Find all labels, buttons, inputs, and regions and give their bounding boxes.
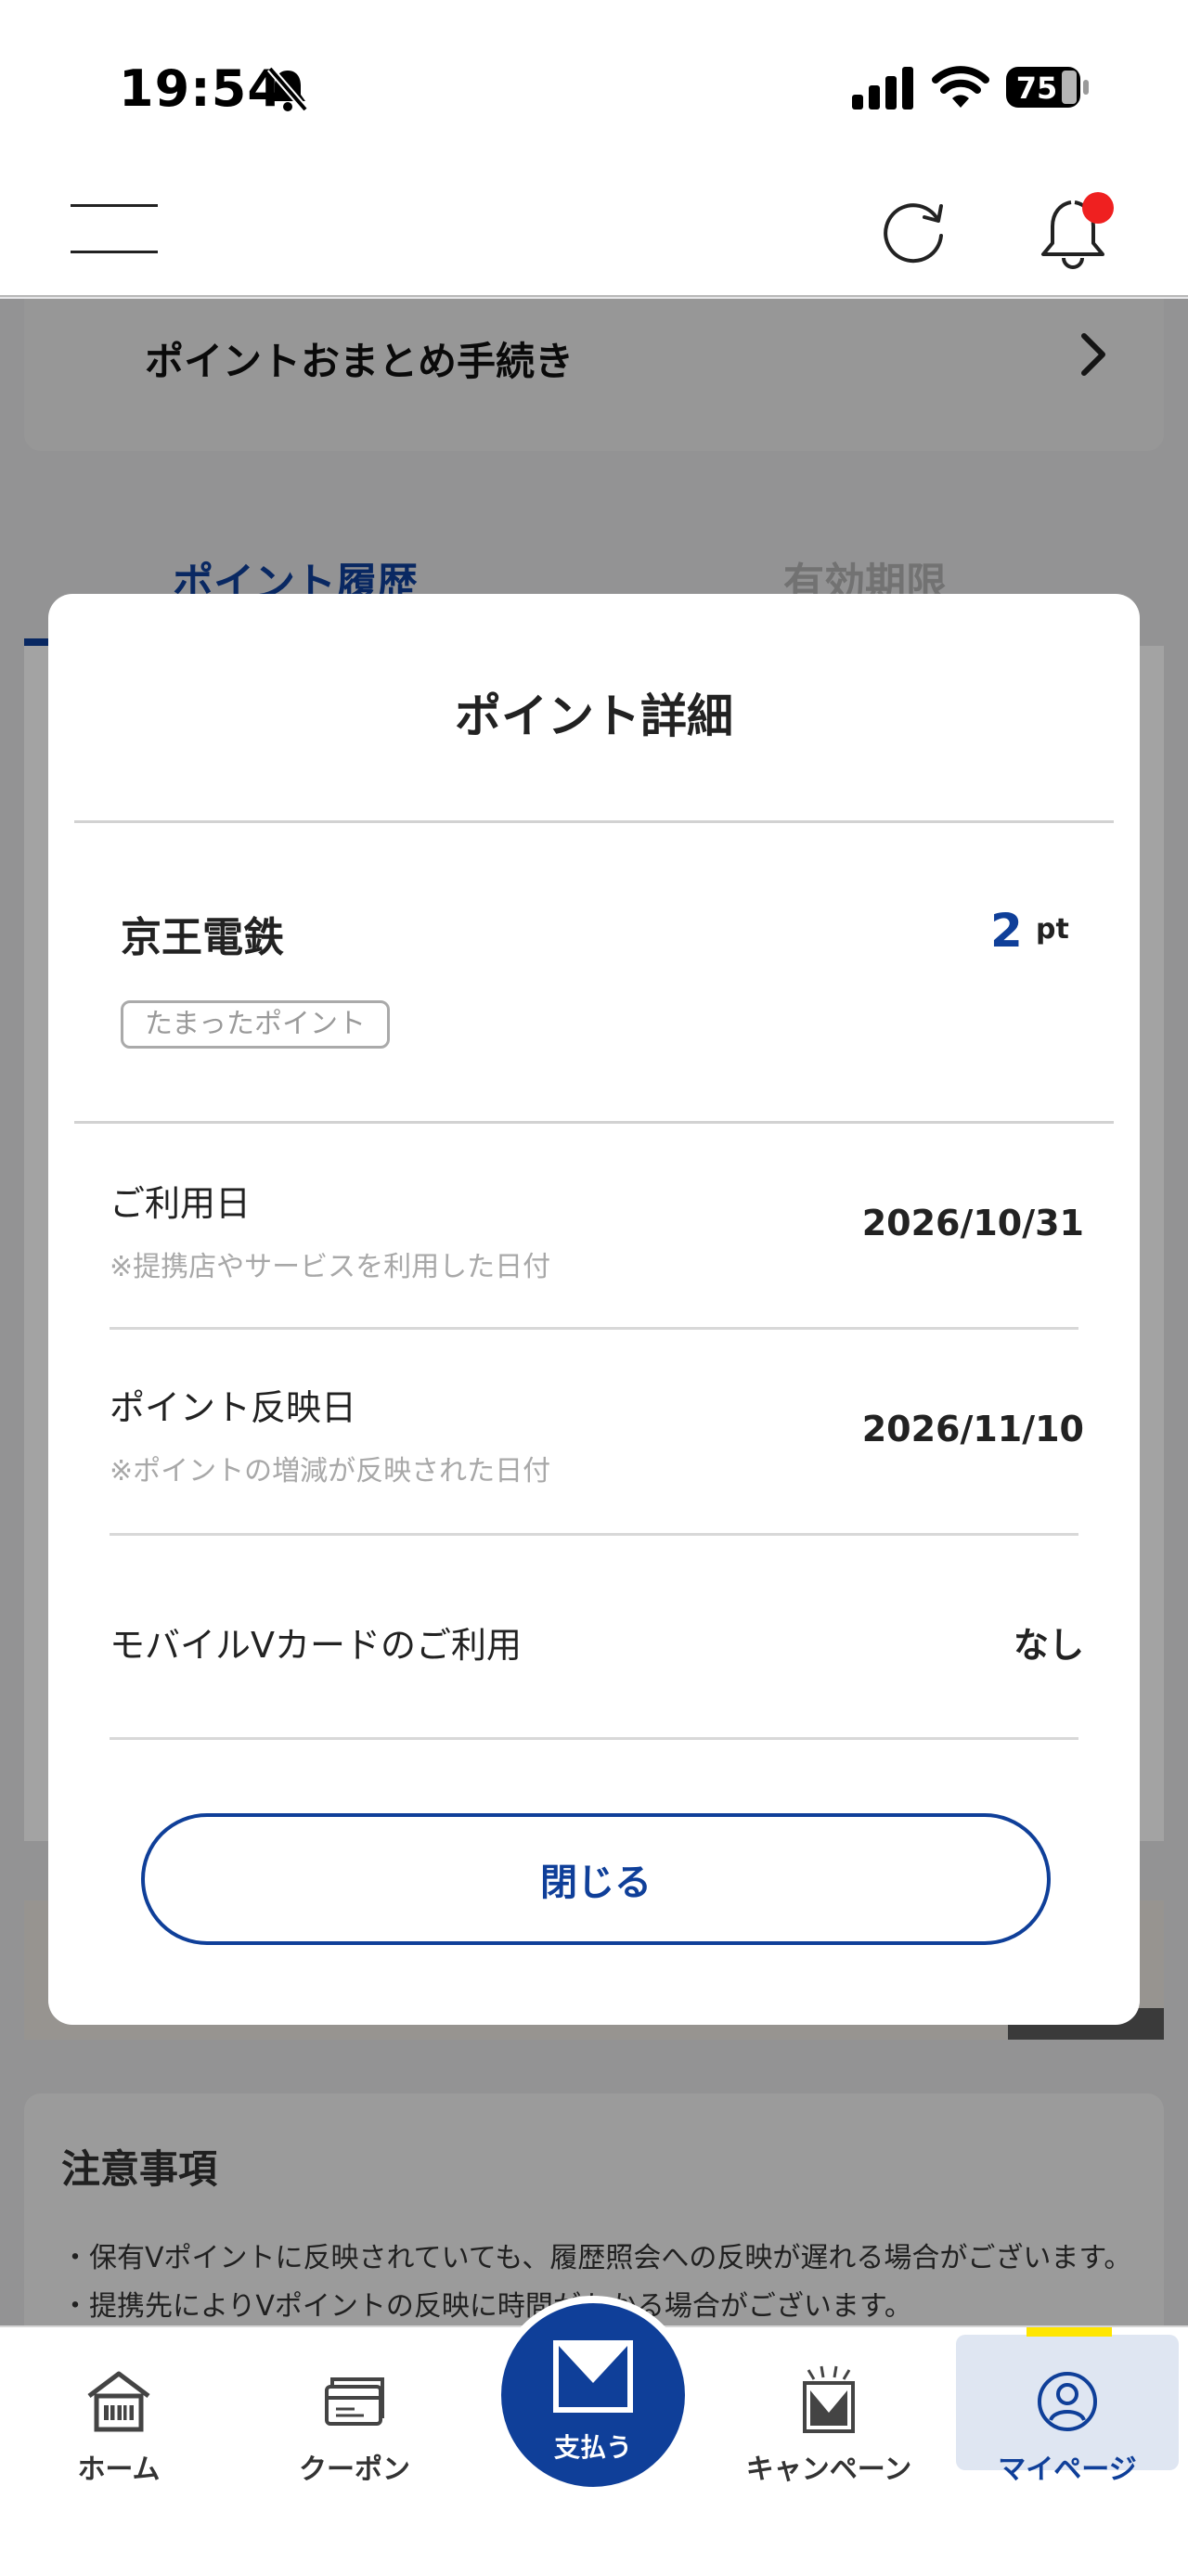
home-icon bbox=[87, 2371, 150, 2432]
battery-level: 75 bbox=[1016, 71, 1058, 106]
usage-date-label: ご利用日 bbox=[110, 1183, 252, 1224]
point-detail-modal: ポイント詳細 京王電鉄 2 pt たまったポイント ご利用日 ※提携店やサービス… bbox=[48, 594, 1140, 2025]
bell-muted-icon bbox=[266, 66, 309, 112]
divider bbox=[110, 1737, 1078, 1740]
reflect-date-note: ※ポイントの増減が反映された日付 bbox=[110, 1455, 551, 1488]
pay-icon bbox=[553, 2340, 633, 2413]
usage-date-note: ※提携店やサービスを利用した日付 bbox=[110, 1251, 551, 1283]
status-bar: 19:54 75 bbox=[0, 0, 1188, 167]
nav-item-campaign[interactable]: キャンペーン bbox=[724, 2327, 934, 2576]
mobile-vcard-label: モバイルVカードのご利用 bbox=[110, 1625, 522, 1666]
nav-label-campaign: キャンペーン bbox=[745, 2454, 912, 2486]
divider bbox=[74, 1121, 1114, 1124]
refresh-icon[interactable] bbox=[880, 195, 952, 267]
status-time: 19:54 bbox=[119, 59, 283, 118]
nav-item-coupon[interactable]: クーポン bbox=[252, 2327, 457, 2576]
reflect-date-value: 2026/11/10 bbox=[861, 1409, 1084, 1449]
modal-title: ポイント詳細 bbox=[455, 689, 733, 743]
points-unit: pt bbox=[1036, 913, 1069, 946]
nav-label-coupon: クーポン bbox=[299, 2454, 410, 2486]
nav-label-home: ホーム bbox=[77, 2454, 161, 2486]
mypage-icon bbox=[1038, 2372, 1097, 2431]
notification-badge bbox=[1082, 192, 1114, 224]
wifi-icon bbox=[932, 66, 989, 108]
merchant-name: 京王電鉄 bbox=[121, 914, 284, 961]
pay-label: 支払う bbox=[553, 2432, 632, 2463]
mobile-vcard-value: なし bbox=[1013, 1625, 1084, 1666]
divider bbox=[110, 1327, 1078, 1330]
cellular-signal-icon bbox=[852, 67, 913, 109]
reflect-date-label: ポイント反映日 bbox=[110, 1387, 357, 1428]
divider bbox=[74, 820, 1114, 823]
hamburger-menu-icon[interactable] bbox=[71, 204, 158, 254]
nav-item-mypage[interactable]: マイページ bbox=[956, 2327, 1179, 2576]
close-button[interactable]: 閉じる bbox=[141, 1813, 1051, 1945]
earned-points-badge: たまったポイント bbox=[121, 1000, 390, 1049]
points-value: 2 bbox=[990, 904, 1023, 958]
campaign-icon bbox=[803, 2365, 855, 2433]
nav-item-home[interactable]: ホーム bbox=[19, 2327, 219, 2576]
divider bbox=[110, 1533, 1078, 1536]
pay-button[interactable]: 支払う bbox=[494, 2296, 692, 2494]
app-header bbox=[0, 167, 1188, 297]
battery-icon: 75 bbox=[1006, 67, 1089, 108]
notification-bell-icon[interactable] bbox=[1038, 189, 1116, 271]
usage-date-value: 2026/10/31 bbox=[861, 1203, 1084, 1243]
coupon-icon bbox=[325, 2377, 384, 2426]
nav-label-mypage: マイページ bbox=[998, 2454, 1137, 2486]
